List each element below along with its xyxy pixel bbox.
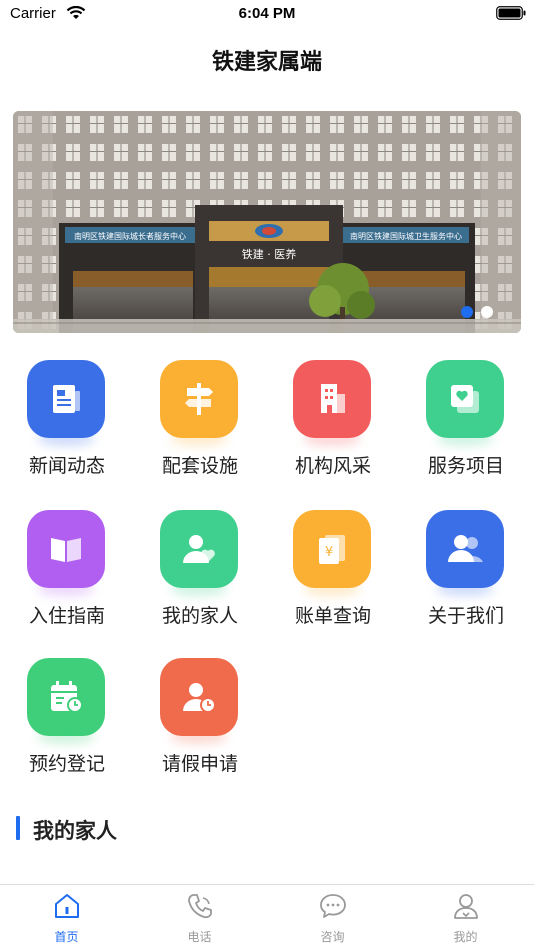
banner-carousel[interactable]: 南明区铁建国际城长者服务中心 南明区铁建国际城卫生服务中心 铁建 · 医养 bbox=[13, 111, 521, 333]
tab-phone[interactable]: 电话 bbox=[133, 885, 266, 950]
calendar-icon bbox=[27, 658, 105, 736]
profile-icon bbox=[454, 894, 478, 919]
menu-item-news[interactable]: 新闻动态 bbox=[0, 360, 130, 490]
menu-item-label: 关于我们 bbox=[427, 605, 504, 627]
menu-item-label: 配套设施 bbox=[161, 455, 238, 477]
signpost-icon bbox=[160, 360, 238, 438]
tab-label: 首页 bbox=[54, 930, 79, 944]
menu-item-label: 请假申请 bbox=[161, 753, 238, 775]
service-icon bbox=[426, 360, 504, 438]
chat-icon bbox=[320, 894, 346, 918]
banner-sign-left: 南明区铁建国际城长者服务中心 bbox=[74, 231, 186, 241]
family-icon bbox=[160, 510, 238, 588]
banner-sign-right: 南明区铁建国际城卫生服务中心 bbox=[350, 231, 462, 241]
banner-building-image: 南明区铁建国际城长者服务中心 南明区铁建国际城卫生服务中心 铁建 · 医养 bbox=[13, 111, 521, 333]
menu-item-bill[interactable]: ¥ 账单查询 bbox=[266, 510, 396, 640]
carousel-dot-2[interactable] bbox=[481, 306, 493, 318]
tab-label: 我的 bbox=[453, 930, 478, 944]
menu-item-institution[interactable]: 机构风采 bbox=[266, 360, 396, 490]
menu-item-services[interactable]: 服务项目 bbox=[399, 360, 529, 490]
tab-label: 咨询 bbox=[320, 930, 345, 944]
page-title: 铁建家属端 bbox=[211, 50, 322, 75]
tab-label: 电话 bbox=[187, 930, 212, 944]
menu-item-about[interactable]: 关于我们 bbox=[399, 510, 529, 640]
banner-sign-center: 铁建 · 医养 bbox=[242, 247, 297, 261]
status-time: 6:04 PM bbox=[238, 5, 296, 22]
about-icon bbox=[426, 510, 504, 588]
menu-item-label: 服务项目 bbox=[427, 455, 504, 477]
carousel-indicator bbox=[461, 306, 493, 318]
menu-item-guide[interactable]: 入住指南 bbox=[0, 510, 130, 640]
menu-item-leave[interactable]: 请假申请 bbox=[133, 658, 263, 788]
menu-item-label: 新闻动态 bbox=[28, 455, 105, 477]
menu-item-label: 账单查询 bbox=[294, 605, 371, 627]
home-icon bbox=[55, 894, 79, 918]
tab-bar: 首页 电话 咨询 我的 bbox=[0, 884, 534, 950]
menu-item-label: 入住指南 bbox=[28, 605, 105, 627]
menu-item-facilities[interactable]: 配套设施 bbox=[133, 360, 263, 490]
menu-item-label: 我的家人 bbox=[161, 605, 238, 627]
bill-icon: ¥ bbox=[293, 510, 371, 588]
tab-home[interactable]: 首页 bbox=[0, 885, 133, 950]
svg-text:¥: ¥ bbox=[325, 545, 333, 560]
menu-item-label: 预约登记 bbox=[28, 753, 105, 775]
battery-icon bbox=[496, 6, 526, 20]
status-bar: Carrier 6:04 PM bbox=[0, 0, 534, 30]
building-icon bbox=[293, 360, 371, 438]
menu-item-label: 机构风采 bbox=[294, 455, 371, 477]
phone-icon bbox=[188, 894, 212, 919]
tab-consult[interactable]: 咨询 bbox=[266, 885, 399, 950]
news-icon bbox=[27, 360, 105, 438]
menu-item-family[interactable]: 我的家人 bbox=[133, 510, 263, 640]
book-icon bbox=[27, 510, 105, 588]
menu-item-appointment[interactable]: 预约登记 bbox=[0, 658, 130, 788]
section-accent-bar bbox=[16, 816, 20, 840]
section-title: 我的家人 bbox=[33, 819, 117, 843]
carousel-dot-1[interactable] bbox=[461, 306, 473, 318]
tab-mine[interactable]: 我的 bbox=[399, 885, 532, 950]
leave-icon bbox=[160, 658, 238, 736]
